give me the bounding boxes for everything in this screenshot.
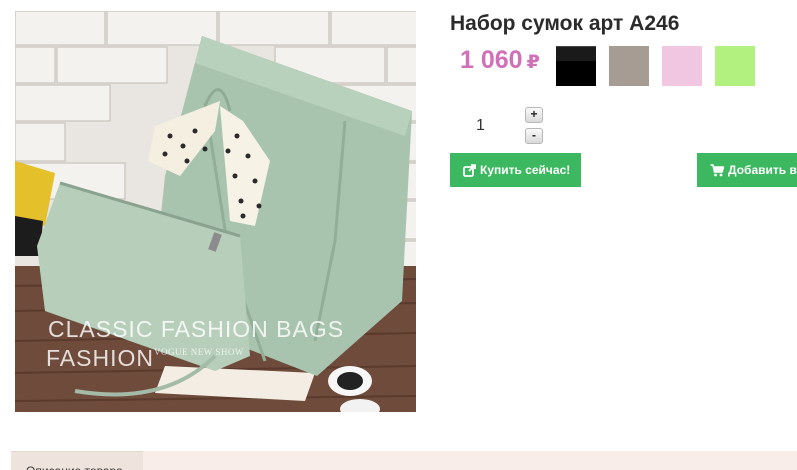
product-image[interactable]: CLASSIC FASHION BAGS FASHION VOGUE NEW S… — [15, 11, 416, 412]
buy-now-label: Купить сейчас! — [480, 163, 571, 177]
tab-product-description[interactable]: Описание товара — [11, 451, 143, 470]
add-to-cart-label: Добавить в — [728, 163, 797, 177]
shopping-cart-icon — [710, 163, 724, 177]
price-value: 1 060 — [460, 46, 523, 74]
color-swatch-gray[interactable] — [609, 46, 649, 86]
color-swatch-light-green[interactable] — [715, 46, 755, 86]
add-to-cart-button[interactable]: Добавить в — [697, 153, 797, 187]
quantity-input[interactable] — [468, 112, 518, 140]
product-title: Набор сумок арт А246 — [450, 12, 680, 35]
color-swatch-black[interactable] — [556, 46, 596, 86]
watermark-line-1: CLASSIC FASHION BAGS — [48, 316, 345, 342]
quantity-decrement-button[interactable]: - — [525, 128, 543, 144]
watermark-small: VOGUE NEW SHOW — [154, 347, 244, 357]
buy-now-button[interactable]: Купить сейчас! — [450, 153, 581, 187]
product-page: CLASSIC FASHION BAGS FASHION VOGUE NEW S… — [0, 0, 797, 470]
quantity-increment-button[interactable]: + — [525, 107, 543, 123]
watermark-line-2: FASHION — [46, 345, 154, 371]
color-swatch-pink[interactable] — [662, 46, 702, 86]
share-square-icon — [463, 163, 476, 177]
price-currency: ₽ — [526, 52, 540, 73]
product-price: 1 060 ₽ — [460, 46, 540, 75]
